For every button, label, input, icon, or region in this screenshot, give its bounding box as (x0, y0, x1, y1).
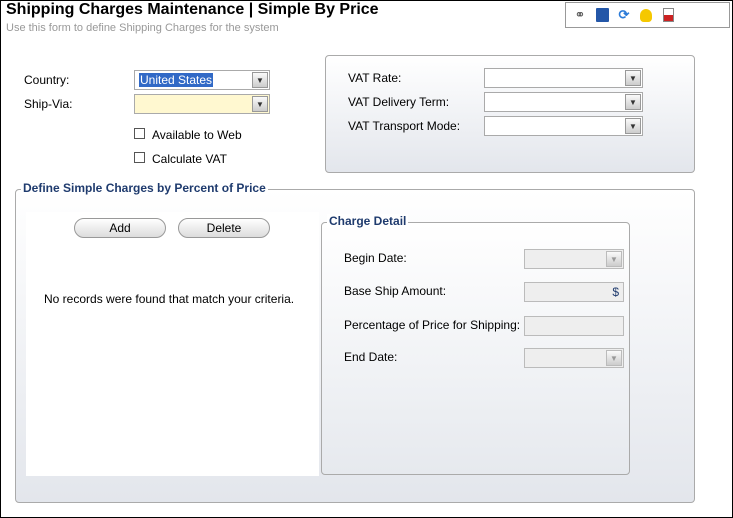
empty-message: No records were found that match your cr… (44, 292, 295, 306)
percentage-label: Percentage of Price for Shipping: (344, 318, 521, 332)
base-ship-label: Base Ship Amount: (344, 284, 447, 298)
binoculars-icon[interactable]: ⚭ (572, 7, 588, 23)
charge-detail-legend: Charge Detail (327, 214, 409, 228)
calculate-vat-label: Calculate VAT (152, 152, 227, 166)
toolbar: ⚭ ⟳ (565, 2, 730, 28)
charges-legend: Define Simple Charges by Percent of Pric… (21, 181, 268, 195)
save-icon[interactable] (594, 7, 610, 23)
lightbulb-icon[interactable] (638, 7, 654, 23)
chevron-down-icon[interactable]: ▼ (625, 94, 641, 110)
page-title: Shipping Charges Maintenance | Simple By… (6, 1, 379, 18)
chevron-down-icon[interactable]: ▼ (252, 72, 268, 88)
vat-delivery-label: VAT Delivery Term: (348, 95, 450, 109)
country-select[interactable]: United States ▼ (134, 70, 270, 90)
add-button[interactable]: Add (74, 218, 166, 238)
chevron-down-icon[interactable]: ▼ (606, 350, 622, 366)
vat-rate-select[interactable]: ▼ (484, 68, 643, 88)
end-date-label: End Date: (344, 350, 398, 364)
vat-transport-label: VAT Transport Mode: (348, 119, 461, 133)
calculate-vat-checkbox[interactable] (134, 152, 145, 163)
available-web-label: Available to Web (152, 128, 242, 142)
delete-button[interactable]: Delete (178, 218, 270, 238)
end-date-select[interactable]: ▼ (524, 348, 624, 368)
country-label: Country: (24, 73, 70, 87)
begin-date-label: Begin Date: (344, 251, 407, 265)
refresh-icon[interactable]: ⟳ (616, 7, 632, 23)
currency-symbol: $ (612, 285, 619, 299)
chevron-down-icon[interactable]: ▼ (625, 70, 641, 86)
vat-transport-select[interactable]: ▼ (484, 116, 643, 136)
country-value: United States (139, 73, 214, 87)
chevron-down-icon[interactable]: ▼ (606, 251, 622, 267)
shipvia-label: Ship-Via: (24, 97, 73, 111)
chevron-down-icon[interactable]: ▼ (252, 96, 268, 112)
vat-delivery-select[interactable]: ▼ (484, 92, 643, 112)
available-web-checkbox[interactable] (134, 128, 145, 139)
base-ship-input[interactable]: $ (524, 282, 624, 302)
chevron-down-icon[interactable]: ▼ (625, 118, 641, 134)
vat-rate-label: VAT Rate: (348, 71, 402, 85)
begin-date-select[interactable]: ▼ (524, 249, 624, 269)
shipvia-select[interactable]: ▼ (134, 94, 270, 114)
percentage-input[interactable] (524, 316, 624, 336)
records-list (26, 212, 319, 476)
report-icon[interactable] (660, 7, 676, 23)
page-subtitle: Use this form to define Shipping Charges… (6, 22, 279, 34)
